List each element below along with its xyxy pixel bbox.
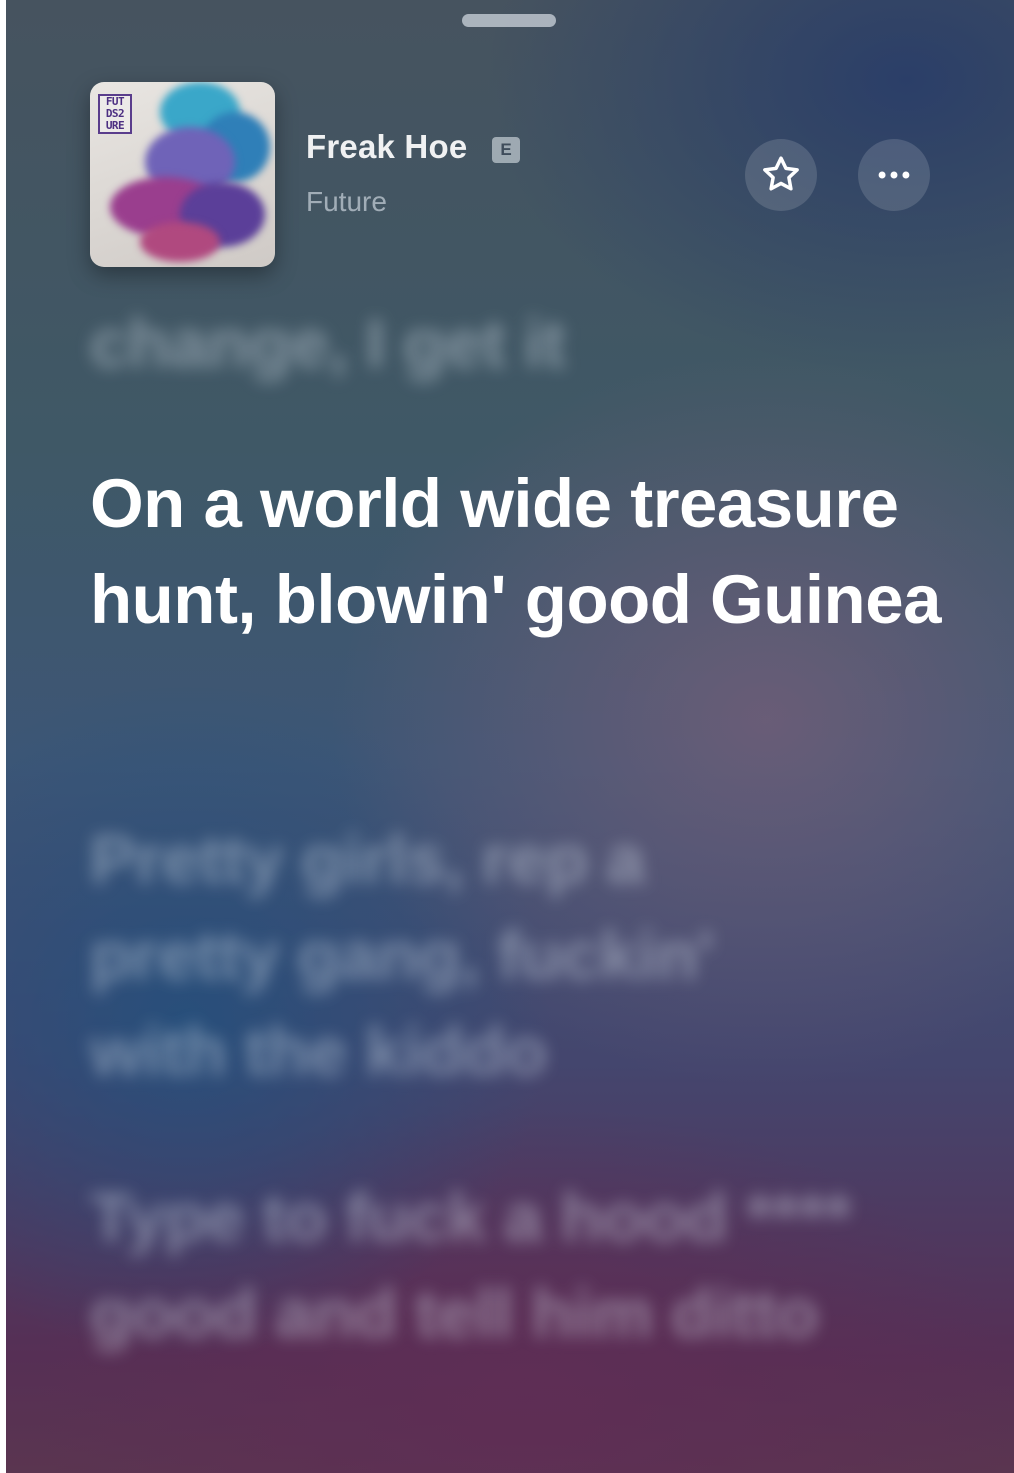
lyric-line-next[interactable]: Pretty girls, rep a pretty gang, fuckin'…	[90, 812, 850, 1100]
lyrics-screen: FUT DS2 URE Freak Hoe E Future change, I…	[6, 0, 1014, 1473]
album-logo-text: FUT DS2 URE	[98, 94, 132, 134]
album-artwork[interactable]: FUT DS2 URE	[90, 82, 275, 267]
lyric-line-next[interactable]: Type to fuck a hood **** good and tell h…	[90, 1170, 950, 1362]
track-title: Freak Hoe	[306, 128, 468, 165]
favorite-button[interactable]	[745, 139, 817, 211]
sheet-grabber-handle[interactable]	[462, 14, 556, 27]
lyric-line-previous[interactable]: change, I get it	[90, 296, 950, 392]
artist-name[interactable]: Future	[306, 186, 387, 218]
ellipsis-icon	[878, 171, 910, 179]
star-outline-icon	[763, 156, 799, 191]
more-options-button[interactable]	[858, 139, 930, 211]
explicit-badge: E	[492, 137, 520, 163]
lyric-line-current[interactable]: On a world wide treasure hunt, blowin' g…	[90, 456, 950, 648]
